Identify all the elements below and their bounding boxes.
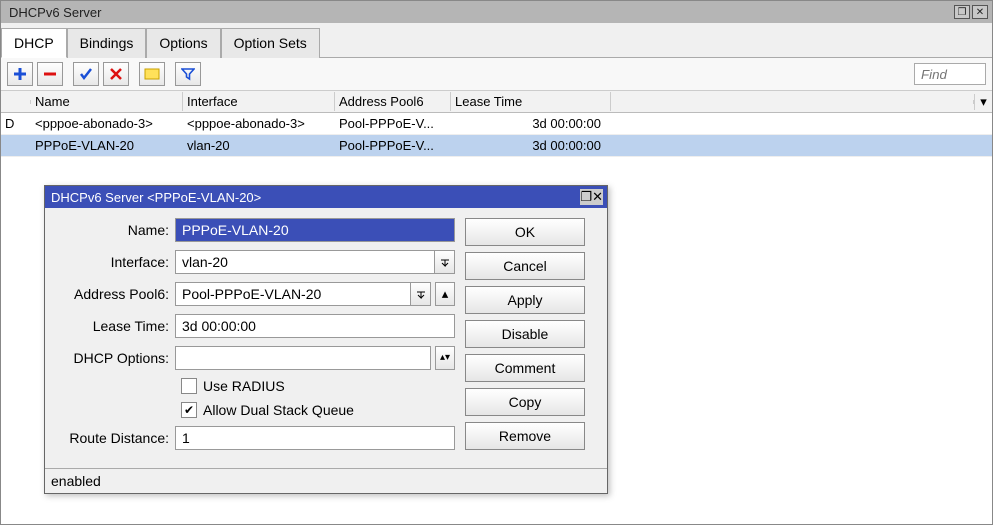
tab-bindings[interactable]: Bindings [67, 28, 147, 58]
label-lease: Lease Time: [55, 318, 175, 334]
row-name: PPPoE-VLAN-20 [31, 136, 183, 155]
find-input[interactable] [914, 63, 986, 85]
use-radius-checkbox[interactable] [181, 378, 197, 394]
copy-button[interactable]: Copy [465, 388, 585, 416]
interface-dropdown-icon[interactable] [435, 250, 455, 274]
dhcp-server-dialog: DHCPv6 Server <PPPoE-VLAN-20> ❐ ✕ Name: … [44, 185, 608, 494]
dual-stack-checkbox[interactable]: ✔ [181, 402, 197, 418]
pool-field[interactable] [175, 282, 411, 306]
ok-button[interactable]: OK [465, 218, 585, 246]
tab-options[interactable]: Options [146, 28, 220, 58]
route-distance-field[interactable] [175, 426, 455, 450]
pool-dropdown-icon[interactable] [411, 282, 431, 306]
tab-dhcp[interactable]: DHCP [1, 28, 67, 58]
label-dhcp-options: DHCP Options: [55, 350, 175, 366]
row-flag [1, 144, 31, 148]
tab-option-sets[interactable]: Option Sets [221, 28, 320, 58]
col-pool[interactable]: Address Pool6 [335, 92, 451, 111]
row-pool: Pool-PPPoE-V... [335, 136, 451, 155]
row-iface: vlan-20 [183, 136, 335, 155]
label-name: Name: [55, 222, 175, 238]
enable-button[interactable] [73, 62, 99, 86]
table-row[interactable]: PPPoE-VLAN-20 vlan-20 Pool-PPPoE-V... 3d… [1, 135, 992, 157]
main-titlebar: DHCPv6 Server ❐ ✕ [1, 1, 992, 23]
filter-button[interactable] [175, 62, 201, 86]
comment-button[interactable] [139, 62, 165, 86]
dialog-restore-icon[interactable]: ❐ [580, 189, 592, 205]
remove-button[interactable] [37, 62, 63, 86]
pool-up-icon[interactable]: ▴ [435, 282, 455, 306]
main-tabs: DHCP Bindings Options Option Sets [1, 23, 992, 58]
dialog-title: DHCPv6 Server <PPPoE-VLAN-20> [49, 190, 580, 205]
interface-field[interactable] [175, 250, 435, 274]
col-name[interactable]: Name [31, 92, 183, 111]
label-route: Route Distance: [55, 430, 175, 446]
remove-button[interactable]: Remove [465, 422, 585, 450]
toolbar [1, 58, 992, 91]
label-use-radius: Use RADIUS [203, 378, 285, 394]
dialog-close-icon[interactable]: ✕ [592, 189, 603, 205]
disable-button[interactable] [103, 62, 129, 86]
dhcp-options-field[interactable] [175, 346, 431, 370]
name-field[interactable] [175, 218, 455, 242]
col-interface[interactable]: Interface [183, 92, 335, 111]
col-rest [611, 100, 974, 104]
apply-button[interactable]: Apply [465, 286, 585, 314]
restore-icon[interactable]: ❐ [954, 5, 970, 19]
grid-header: Name Interface Address Pool6 Lease Time … [1, 91, 992, 113]
cancel-button[interactable]: Cancel [465, 252, 585, 280]
row-lease: 3d 00:00:00 [451, 114, 611, 133]
label-dual-stack: Allow Dual Stack Queue [203, 402, 354, 418]
table-row[interactable]: D <pppoe-abonado-3> <pppoe-abonado-3> Po… [1, 113, 992, 135]
col-lease[interactable]: Lease Time [451, 92, 611, 111]
comment-button[interactable]: Comment [465, 354, 585, 382]
lease-field[interactable] [175, 314, 455, 338]
label-pool: Address Pool6: [55, 286, 175, 302]
row-pool: Pool-PPPoE-V... [335, 114, 451, 133]
columns-dropdown-icon[interactable]: ▾ [974, 94, 992, 110]
add-button[interactable] [7, 62, 33, 86]
row-iface: <pppoe-abonado-3> [183, 114, 335, 133]
row-lease: 3d 00:00:00 [451, 136, 611, 155]
col-flag[interactable] [1, 100, 31, 104]
dialog-status: enabled [45, 468, 607, 493]
options-updown-icon[interactable]: ▴▾ [435, 346, 455, 370]
dialog-titlebar: DHCPv6 Server <PPPoE-VLAN-20> ❐ ✕ [45, 186, 607, 208]
label-interface: Interface: [55, 254, 175, 270]
window-title: DHCPv6 Server [5, 5, 952, 20]
close-icon[interactable]: ✕ [972, 5, 988, 19]
row-flag: D [1, 114, 31, 133]
row-name: <pppoe-abonado-3> [31, 114, 183, 133]
disable-button[interactable]: Disable [465, 320, 585, 348]
